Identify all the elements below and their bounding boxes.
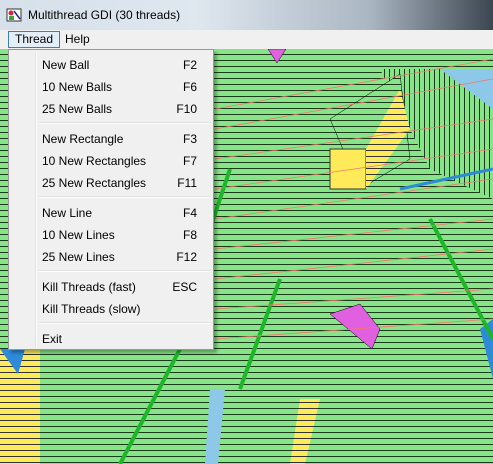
- window-title: Multithread GDI (30 threads): [28, 8, 181, 22]
- menu-separator: [39, 196, 211, 198]
- menu-thread[interactable]: Thread: [8, 31, 61, 48]
- title-bar[interactable]: Multithread GDI (30 threads): [0, 0, 493, 30]
- menu-item-25-new-lines[interactable]: 25 New Lines F12: [11, 246, 211, 266]
- menu-item-label: Kill Threads (slow): [42, 302, 141, 316]
- menu-item-shortcut: F7: [182, 154, 197, 168]
- menu-item-label: 25 New Lines: [42, 250, 115, 264]
- menu-item-shortcut: F4: [182, 206, 197, 220]
- menu-item-exit[interactable]: Exit: [11, 328, 211, 348]
- app-icon: [6, 8, 22, 22]
- menu-item-label: Exit: [42, 332, 63, 346]
- menu-item-kill-threads-fast[interactable]: Kill Threads (fast) ESC: [11, 276, 211, 296]
- yellow-rectangle-front: [329, 148, 367, 190]
- menu-item-shortcut: ESC: [172, 280, 197, 294]
- menu-item-label: New Ball: [42, 58, 90, 72]
- menu-item-25-new-rectangles[interactable]: 25 New Rectangles F11: [11, 172, 211, 192]
- menu-item-label: Kill Threads (fast): [42, 280, 136, 294]
- menu-item-label: 25 New Rectangles: [42, 176, 147, 190]
- menu-item-label: New Line: [42, 206, 93, 220]
- menu-item-shortcut: F6: [182, 80, 197, 94]
- menu-item-shortcut: F11: [177, 176, 197, 190]
- menu-item-10-new-balls[interactable]: 10 New Balls F6: [11, 76, 211, 96]
- menu-item-shortcut: F8: [182, 228, 197, 242]
- menu-item-25-new-balls[interactable]: 25 New Balls F10: [11, 98, 211, 118]
- menu-bar: Thread Help: [0, 30, 493, 50]
- thread-menu-dropdown: New Ball F2 10 New Balls F6 25 New Balls…: [8, 49, 214, 350]
- menu-help[interactable]: Help: [59, 31, 96, 48]
- menu-separator: [39, 322, 211, 324]
- menu-item-label: 10 New Balls: [42, 80, 113, 94]
- menu-item-shortcut: F12: [176, 250, 197, 264]
- menu-item-label: 10 New Lines: [42, 228, 115, 242]
- menu-separator: [39, 270, 211, 272]
- app-window: Multithread GDI (30 threads) Thread Help: [0, 0, 493, 464]
- menu-separator: [39, 122, 211, 124]
- menu-item-label: 25 New Balls: [42, 102, 113, 116]
- menu-item-new-ball[interactable]: New Ball F2: [11, 54, 211, 74]
- menu-item-label: New Rectangle: [42, 132, 124, 146]
- menu-item-shortcut: F2: [182, 58, 197, 72]
- menu-item-new-line[interactable]: New Line F4: [11, 202, 211, 222]
- menu-item-kill-threads-slow[interactable]: Kill Threads (slow): [11, 298, 211, 318]
- menu-item-label: 10 New Rectangles: [42, 154, 147, 168]
- menu-item-new-rectangle[interactable]: New Rectangle F3: [11, 128, 211, 148]
- menu-item-shortcut: F10: [176, 102, 197, 116]
- menu-item-10-new-rectangles[interactable]: 10 New Rectangles F7: [11, 150, 211, 170]
- menu-item-shortcut: F3: [182, 132, 197, 146]
- menu-item-10-new-lines[interactable]: 10 New Lines F8: [11, 224, 211, 244]
